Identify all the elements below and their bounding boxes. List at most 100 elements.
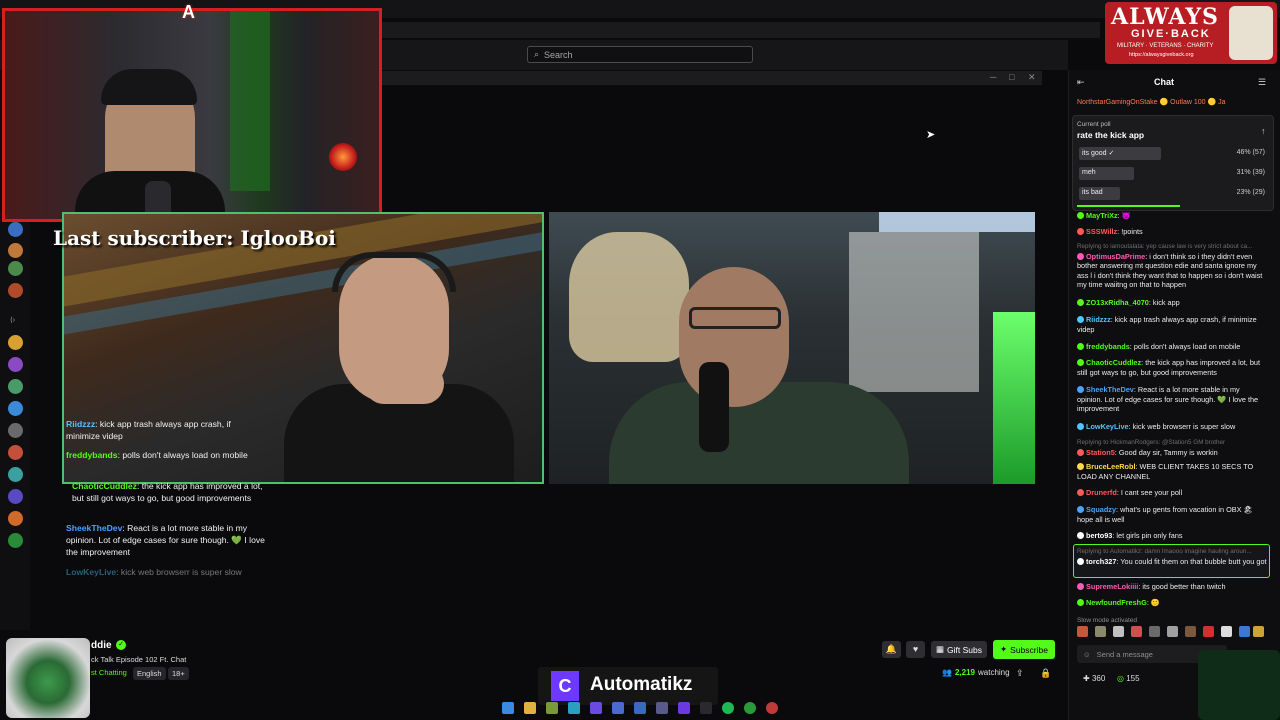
chat-message[interactable]: Drunerfd: I cant see your poll xyxy=(1077,488,1267,498)
chat-message[interactable]: SheekTheDev: React is a lot more stable … xyxy=(1077,385,1267,414)
channel-avatar[interactable] xyxy=(8,261,23,276)
chat-message[interactable]: Squadzy: what's up gents from vacation i… xyxy=(1077,505,1267,524)
taskbar-app-icon[interactable] xyxy=(612,702,624,714)
collapse-poll-icon[interactable]: ↑ xyxy=(1261,126,1266,136)
streamer-cap xyxy=(101,69,197,105)
expand-icon[interactable]: ⟨› xyxy=(10,316,15,324)
channel-avatar[interactable] xyxy=(8,357,23,372)
emoji-icon[interactable]: ☺ xyxy=(1083,650,1091,659)
emote-icon[interactable] xyxy=(1221,626,1232,637)
channel-avatar[interactable] xyxy=(8,489,23,504)
taskbar-app-icon[interactable] xyxy=(590,702,602,714)
chat-username[interactable]: berto93 xyxy=(1086,531,1112,540)
channel-avatar[interactable] xyxy=(8,243,23,258)
emote-icon[interactable] xyxy=(1131,626,1142,637)
channel-avatar[interactable] xyxy=(8,379,23,394)
follow-heart-icon[interactable]: ♥ xyxy=(906,641,925,658)
emote-icon[interactable] xyxy=(1149,626,1160,637)
taskbar-app-icon[interactable] xyxy=(634,702,646,714)
channel-avatar[interactable] xyxy=(8,467,23,482)
user-badge-icon xyxy=(1077,252,1084,260)
taskbar-app-icon[interactable] xyxy=(656,702,668,714)
chat-username[interactable]: SSSWillz xyxy=(1086,227,1117,236)
minimize-button[interactable]: ─ xyxy=(990,72,996,82)
chat-username[interactable]: NewfoundFreshG xyxy=(1086,598,1147,607)
xbox-icon[interactable] xyxy=(744,702,756,714)
search-input[interactable]: ⌕ Search xyxy=(527,46,753,63)
coin-icon: ◎ xyxy=(1117,674,1124,683)
browser-icon[interactable] xyxy=(568,702,580,714)
emote-icon[interactable] xyxy=(1077,626,1088,637)
chat-username[interactable]: BruceLeeRobl xyxy=(1086,462,1135,471)
chat-message[interactable]: ChaoticCuddlez: the kick app has improve… xyxy=(1077,358,1267,377)
chat-message[interactable]: freddybands: polls don't always load on … xyxy=(1077,342,1267,352)
chat-message[interactable]: LowKeyLive: kick web browserr is super s… xyxy=(1077,422,1267,432)
spotify-icon[interactable] xyxy=(722,702,734,714)
emote-icon[interactable] xyxy=(1167,626,1178,637)
channel-avatar[interactable] xyxy=(8,283,23,298)
close-button[interactable]: ✕ xyxy=(1028,72,1036,83)
chat-message[interactable]: Replying to iamoutalata: yep cause law i… xyxy=(1077,242,1267,290)
chat-message[interactable]: Replying to Automatikz: damn lmaooo imag… xyxy=(1077,547,1267,566)
chat-message[interactable]: MayTriXz: 😈 xyxy=(1077,211,1267,221)
chat-username[interactable]: Station5 xyxy=(1086,448,1115,457)
chat-username[interactable]: SheekTheDev xyxy=(1086,385,1134,394)
chat-message[interactable]: berto93: let girls pin only fans xyxy=(1077,531,1267,541)
stream-category[interactable]: st Chatting xyxy=(91,668,127,677)
chat-username[interactable]: ZO13xRidha_4070 xyxy=(1086,298,1149,307)
channel-avatar[interactable] xyxy=(8,222,23,237)
channel-avatar[interactable] xyxy=(8,511,23,526)
taskbar-app-icon[interactable] xyxy=(678,702,690,714)
channel-avatar[interactable] xyxy=(8,335,23,350)
chat-message[interactable]: ZO13xRidha_4070: kick app xyxy=(1077,298,1267,308)
chat-username[interactable]: Squadzy xyxy=(1086,505,1116,514)
chat-message[interactable]: Riidzzz: kick app trash always app crash… xyxy=(1077,315,1267,334)
chat-message[interactable]: SSSWillz: !points xyxy=(1077,227,1267,237)
emote-icon[interactable] xyxy=(1095,626,1106,637)
share-icon[interactable]: ⇪ xyxy=(1016,668,1024,679)
poll-option[interactable]: its bad 23% (29) xyxy=(1079,187,1267,200)
chat-username[interactable]: LowKeyLive xyxy=(1086,422,1129,431)
taskbar-app-icon[interactable] xyxy=(766,702,778,714)
chat-username[interactable]: SupremeLokiiii xyxy=(1086,582,1138,591)
chat-username[interactable]: OptimusDaPrime xyxy=(1086,252,1145,261)
terminal-icon[interactable] xyxy=(700,702,712,714)
streamer-avatar[interactable] xyxy=(6,638,90,718)
tag-language[interactable]: English xyxy=(133,667,166,680)
gift-subs-button[interactable]: ▦ Gift Subs xyxy=(931,641,987,658)
notification-bell-icon[interactable]: 🔔 xyxy=(882,641,901,658)
streamer-name[interactable]: ddie xyxy=(91,640,112,651)
chat-message[interactable]: BruceLeeRobl: WEB CLIENT TAKES 10 SECS T… xyxy=(1077,462,1267,481)
chat-message[interactable]: NewfoundFreshG: 🙂 xyxy=(1077,598,1267,608)
channel-avatar[interactable] xyxy=(8,423,23,438)
emote-icon[interactable] xyxy=(1253,626,1264,637)
guest-hands xyxy=(364,364,444,404)
emote-icon[interactable] xyxy=(1203,626,1214,637)
user-badge-icon xyxy=(1077,228,1084,235)
collapse-chat-icon[interactable]: ⇤ xyxy=(1077,77,1085,88)
poll-option[interactable]: meh 31% (39) xyxy=(1079,167,1267,180)
maximize-button[interactable]: □ xyxy=(1009,72,1014,82)
tag-age[interactable]: 18+ xyxy=(168,667,189,680)
channel-avatar[interactable] xyxy=(8,401,23,416)
channel-avatar[interactable] xyxy=(8,445,23,460)
file-explorer-icon[interactable] xyxy=(524,702,536,714)
chat-username[interactable]: freddybands xyxy=(1086,342,1130,351)
chat-username[interactable]: torch327 xyxy=(1086,557,1116,566)
chat-users-icon[interactable]: ☰ xyxy=(1258,77,1266,88)
chat-username[interactable]: ChaoticCuddlez xyxy=(1086,358,1141,367)
chat-message[interactable]: SupremeLokiiii: its good better than twi… xyxy=(1077,582,1267,592)
channel-avatar[interactable] xyxy=(8,533,23,548)
lock-icon[interactable]: 🔒 xyxy=(1040,668,1051,679)
chat-username[interactable]: MayTriXz xyxy=(1086,211,1118,220)
chat-username[interactable]: Riidzzz xyxy=(1086,315,1111,324)
emote-icon[interactable] xyxy=(1239,626,1250,637)
windows-start-icon[interactable] xyxy=(502,702,514,714)
chat-message[interactable]: Replying to HickmanRodgers: @Station5 GM… xyxy=(1077,438,1267,457)
emote-icon[interactable] xyxy=(1185,626,1196,637)
subscribe-button[interactable]: ✦ Subscribe xyxy=(993,640,1055,659)
chat-username[interactable]: Drunerfd xyxy=(1086,488,1117,497)
taskbar-app-icon[interactable] xyxy=(546,702,558,714)
emote-icon[interactable] xyxy=(1113,626,1124,637)
poll-option[interactable]: its good ✓ 46% (57) xyxy=(1079,147,1267,160)
